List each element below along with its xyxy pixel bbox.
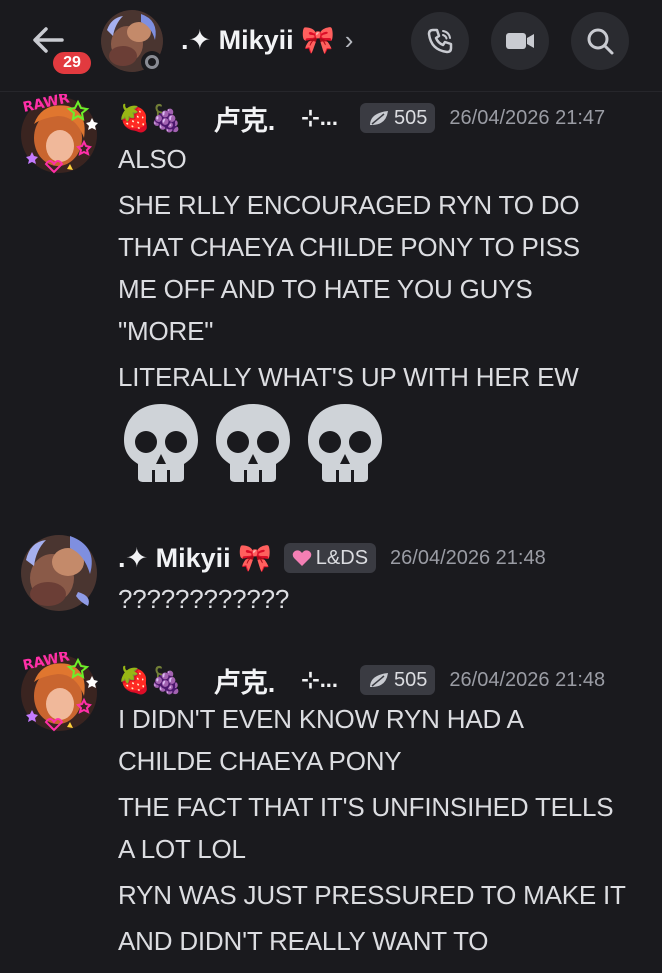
voice-call-button[interactable] — [411, 12, 469, 70]
phone-icon — [427, 28, 453, 54]
tag-label: L&DS — [315, 546, 369, 569]
username[interactable]: 卢克. — [214, 661, 276, 700]
skull-icon — [124, 404, 198, 482]
tag-label: 505 — [394, 668, 428, 691]
username[interactable]: .✦ Mikyii 🎀 — [118, 542, 272, 574]
message-line: CHILDE CHAEYA PONY — [118, 746, 402, 776]
message-header: 🍓🍇 卢克. ⊹... 505 26/04/2026 21:47 — [118, 100, 605, 136]
message-line: AND DIDN'T REALLY WANT TO — [118, 926, 489, 956]
skull-icon — [308, 404, 382, 482]
leaf-icon — [370, 111, 389, 125]
username-suffix: ⊹... — [301, 105, 339, 130]
search-button[interactable] — [571, 12, 629, 70]
message-line: ME OFF AND TO HATE YOU GUYS — [118, 274, 533, 304]
server-tag[interactable]: 505 — [360, 103, 436, 133]
timestamp: 26/04/2026 21:48 — [449, 668, 606, 691]
skull-icon — [216, 404, 290, 482]
channel-header: 29 .✦ Mikyii 🎀 › — [0, 0, 662, 92]
server-tag[interactable]: L&DS — [283, 543, 377, 573]
tag-label: 505 — [394, 106, 428, 129]
chevron-right-icon: › — [344, 24, 354, 55]
pink-heart-icon — [292, 550, 312, 566]
message-line: ALSO — [118, 144, 187, 174]
message-line: THAT CHAEYA CHILDE PONY TO PISS — [118, 232, 580, 262]
user-emojis: 🍓🍇 — [118, 664, 183, 695]
message-line: SHE RLLY ENCOURAGED RYN TO DO — [118, 190, 580, 220]
message-line: LITERALLY WHAT'S UP WITH HER EW — [118, 362, 579, 392]
channel-title[interactable]: .✦ Mikyii 🎀 › — [181, 20, 353, 60]
message-header: .✦ Mikyii 🎀 L&DS 26/04/2026 21:48 — [118, 540, 546, 576]
timestamp: 26/04/2026 21:48 — [390, 546, 546, 569]
message-line: I DIDN'T EVEN KNOW RYN HAD A — [118, 704, 524, 734]
avatar[interactable]: RAWR — [18, 648, 100, 734]
avatar[interactable]: RAWR — [18, 90, 100, 176]
avatar[interactable] — [18, 532, 100, 614]
leaf-icon — [370, 673, 389, 687]
timestamp: 26/04/2026 21:47 — [449, 106, 606, 129]
video-call-button[interactable] — [491, 12, 549, 70]
video-camera-icon — [506, 33, 534, 49]
message-line: "MORE" — [118, 316, 214, 346]
status-indicator — [141, 51, 163, 73]
username[interactable]: 卢克. — [214, 99, 276, 138]
message-line: A LOT LOL — [118, 834, 246, 864]
search-icon — [587, 28, 614, 55]
user-emojis: 🍓🍇 — [118, 102, 183, 133]
message-header: 🍓🍇 卢克. ⊹... 505 26/04/2026 21:48 — [118, 662, 605, 698]
message-line: RYN WAS JUST PRESSURED TO MAKE IT — [118, 880, 626, 910]
message-line: THE FACT THAT IT'S UNFINSIHED TELLS — [118, 792, 614, 822]
unread-badge: 29 — [50, 49, 94, 77]
username-suffix: ⊹... — [301, 667, 339, 692]
skull-emojis: 💀💀💀 — [118, 400, 388, 486]
channel-name: .✦ Mikyii 🎀 — [181, 25, 335, 55]
server-tag[interactable]: 505 — [360, 665, 436, 695]
message-line: ???????????? — [118, 584, 290, 614]
